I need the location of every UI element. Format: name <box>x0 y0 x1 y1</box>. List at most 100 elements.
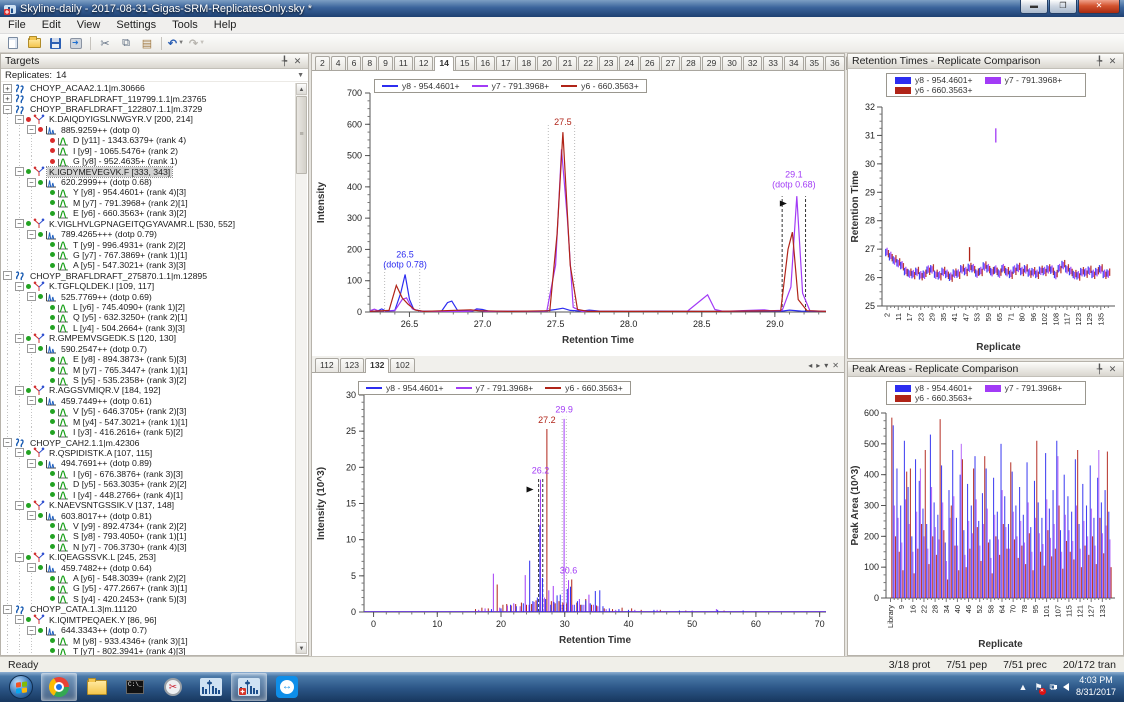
tree-item-tran[interactable]: L [y6] - 745.4090+ (rank 1)[2] <box>2 301 295 313</box>
start-button[interactable] <box>3 673 39 701</box>
chromatogram-tab-24[interactable]: 24 <box>619 56 640 70</box>
taskbar-skyline-daily-button[interactable] <box>231 673 267 701</box>
volume-icon[interactable] <box>1053 683 1069 691</box>
pin-icon[interactable]: ╄ <box>278 55 291 68</box>
tree-item-prec[interactable]: − 459.7449++ (dotp 0.61) <box>2 395 295 407</box>
collapse-icon[interactable]: − <box>27 292 36 302</box>
action-center-flag-icon[interactable]: ⚑ <box>1034 682 1046 695</box>
collapse-icon[interactable]: − <box>27 458 36 468</box>
collapse-icon[interactable]: − <box>15 448 24 458</box>
close-button[interactable]: ✕ <box>1078 0 1120 14</box>
taskbar-teamviewer-button[interactable]: ↔ <box>269 673 305 701</box>
tree-item-prec[interactable]: − 620.2999++ (dotp 0.68) <box>2 176 295 188</box>
tray-expand-icon[interactable]: ▲ <box>1019 682 1028 692</box>
cut-button[interactable]: ✂ <box>95 35 115 52</box>
chromatogram-tab-27[interactable]: 27 <box>660 56 681 70</box>
taskbar-skyline-button[interactable] <box>193 673 229 701</box>
chromatogram-tab-21[interactable]: 21 <box>557 56 578 70</box>
chromatogram-tab-4[interactable]: 4 <box>330 56 346 70</box>
targets-scrollbar[interactable]: ▲ ▼ <box>295 83 307 654</box>
tree-item-prec[interactable]: − 525.7769++ (dotp 0.69) <box>2 291 295 302</box>
chromatogram-top-plot[interactable]: 26.5 27.0 27.5 28.0 28.5 29.0 0 100 200 300 400 500… <box>312 71 842 356</box>
open-button[interactable] <box>24 35 44 52</box>
tree-item-tran[interactable]: T [y9] - 996.4931+ (rank 2)[2] <box>2 239 295 250</box>
replicate-tab-132[interactable]: 132 <box>365 358 390 373</box>
redo-button[interactable]: ↷ ▼ <box>187 35 207 52</box>
collapse-icon[interactable]: − <box>15 552 24 562</box>
chromatogram-tab-23[interactable]: 23 <box>598 56 619 70</box>
collapse-icon[interactable]: − <box>27 396 36 406</box>
pin-icon[interactable]: ╄ <box>1093 363 1106 376</box>
menu-view[interactable]: View <box>69 18 109 32</box>
collapse-icon[interactable]: − <box>15 219 24 229</box>
tree-item-tran[interactable]: Y [y8] - 954.4601+ (rank 4)[3] <box>2 187 295 198</box>
tree-item-tran[interactable]: A [y5] - 547.3021+ (rank 3)[3] <box>2 260 295 271</box>
restore-button[interactable]: ❐ <box>1049 0 1077 14</box>
tree-item-tran[interactable]: Q [y5] - 632.3250+ (rank 2)[1] <box>2 312 295 323</box>
chromatogram-tab-28[interactable]: 28 <box>681 56 701 70</box>
tree-item-tran[interactable]: G [y7] - 767.3869+ (rank 1)[1] <box>2 249 295 261</box>
copy-button[interactable]: ⧉ <box>116 35 136 52</box>
chromatogram-tab-36[interactable]: 36 <box>825 56 845 70</box>
expand-icon[interactable]: + <box>3 94 12 104</box>
tree-item-tran[interactable]: D [y11] - 1343.6379+ (rank 4) <box>2 135 295 146</box>
chromatogram-tab-12[interactable]: 12 <box>413 56 434 70</box>
collapse-icon[interactable]: − <box>15 333 24 343</box>
taskbar-explorer-button[interactable] <box>79 673 115 701</box>
chromatogram-tab-35[interactable]: 35 <box>804 56 825 70</box>
chromatogram-tab-22[interactable]: 22 <box>578 56 598 70</box>
scroll-down-icon[interactable]: ▼ <box>296 642 307 654</box>
tree-item-tran[interactable]: M [y4] - 547.3021+ (rank 1)[1] <box>2 416 295 427</box>
tree-item-tran[interactable]: L [y4] - 504.2664+ (rank 3)[3] <box>2 322 295 334</box>
chromatogram-bottom[interactable]: y8 - 954.4601+ y7 - 791.3968+ y6 - 660.356… <box>312 373 844 656</box>
scroll-tabs-right-icon[interactable]: ▸ <box>816 361 820 370</box>
chromatogram-tab-11[interactable]: 11 <box>393 56 413 70</box>
undo-button[interactable]: ↶ ▼ <box>166 35 186 52</box>
collapse-icon[interactable]: − <box>27 344 36 354</box>
tab-menu-icon[interactable]: ▾ <box>824 361 828 370</box>
tree-item-prec[interactable]: − 885.9259++ (dotp 0) <box>2 124 295 136</box>
tree-item-pep[interactable]: − K.DAIQDYIGSLNWGYR.V [200, 214] <box>2 114 295 125</box>
chromatogram-tab-17[interactable]: 17 <box>496 56 516 70</box>
tree-item-pep[interactable]: − K.TGFLQLDEK.I [109, 117] <box>2 281 295 292</box>
menu-help[interactable]: Help <box>206 18 245 32</box>
collapse-icon[interactable]: − <box>15 167 24 177</box>
tree-item-prot[interactable]: − CHOYP_CATA.1.3|m.11120 <box>2 604 295 614</box>
collapse-icon[interactable]: − <box>3 604 12 614</box>
collapse-icon[interactable]: − <box>27 229 36 239</box>
tree-item-tran[interactable]: V [y9] - 892.4734+ (rank 2)[2] <box>2 520 295 532</box>
tree-item-tran[interactable]: V [y5] - 646.3705+ (rank 2)[3] <box>2 406 295 417</box>
taskbar-chrome-button[interactable] <box>41 673 77 701</box>
menu-tools[interactable]: Tools <box>164 18 206 32</box>
tree-item-tran[interactable]: S [y4] - 420.2453+ (rank 5)[3] <box>2 593 295 605</box>
menu-edit[interactable]: Edit <box>34 18 69 32</box>
tree-item-tran[interactable]: M [y8] - 933.4346+ (rank 3)[1] <box>2 635 295 646</box>
tree-item-tran[interactable]: G [y8] - 952.4635+ (rank 1) <box>2 155 295 167</box>
tree-item-pep[interactable]: − K.IQIMTPEQAEK.Y [86, 96] <box>2 614 295 625</box>
tree-item-tran[interactable]: D [y5] - 563.3035+ (rank 2)[2] <box>2 479 295 490</box>
collapse-icon[interactable]: − <box>15 385 24 395</box>
tree-item-prot[interactable]: − CHOYP_BRAFLDRAFT_122807.1.1|m.3729 <box>2 104 295 114</box>
chromatogram-tab-9[interactable]: 9 <box>378 56 393 70</box>
menu-file[interactable]: File <box>0 18 34 32</box>
tree-item-tran[interactable]: G [y5] - 477.2667+ (rank 3)[1] <box>2 583 295 594</box>
tree-item-prec[interactable]: − 789.4265+++ (dotp 0.79) <box>2 228 295 240</box>
tree-item-pep[interactable]: − R.GMPEMVSGEDK.S [120, 130] <box>2 333 295 344</box>
tree-item-tran[interactable]: N [y7] - 706.3730+ (rank 4)[3] <box>2 541 295 552</box>
collapse-icon[interactable]: − <box>15 500 24 510</box>
new-document-button[interactable] <box>3 35 23 52</box>
chromatogram-tab-33[interactable]: 33 <box>763 56 783 70</box>
tree-item-pep[interactable]: − R.AGGSVMIQR.V [184, 192] <box>2 385 295 396</box>
replicate-tab-112[interactable]: 112 <box>315 358 339 372</box>
tree-item-prot[interactable]: + CHOYP_BRAFLDRAFT_119799.1.1|m.23765 <box>2 93 295 104</box>
chromatogram-tab-32[interactable]: 32 <box>742 56 763 70</box>
tree-item-pep[interactable]: − R.QSPIDISTK.A [107, 115] <box>2 447 295 459</box>
tree-item-pep[interactable]: − K.IGDYMEVEGVK.F [333, 343] <box>2 165 295 178</box>
taskbar-console-button[interactable]: C:\_ <box>117 673 153 701</box>
retention-times-plot[interactable]: 25262728293031322 11 17 23 29 35 41 47 53 59 65 71 8… <box>848 69 1123 358</box>
tree-item-tran[interactable]: S [y5] - 535.2358+ (rank 3)[2] <box>2 374 295 386</box>
chromatogram-tab-18[interactable]: 18 <box>516 56 537 70</box>
chromatogram-tab-2[interactable]: 2 <box>315 56 330 70</box>
minimize-button[interactable]: ▬ <box>1020 0 1048 14</box>
collapse-icon[interactable]: − <box>15 281 24 291</box>
